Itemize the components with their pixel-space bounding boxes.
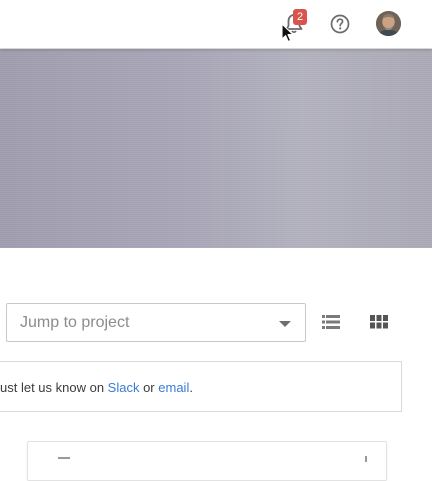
list-view-icon xyxy=(322,315,340,329)
email-link[interactable]: email xyxy=(158,380,189,395)
avatar-image xyxy=(376,11,401,36)
jump-to-project-dropdown[interactable]: Jump to project xyxy=(6,303,306,342)
notice-suffix: . xyxy=(189,380,193,395)
grid-view-button[interactable] xyxy=(369,313,389,331)
list-view-button[interactable] xyxy=(321,313,341,331)
project-card[interactable] xyxy=(27,441,387,481)
jump-to-project-placeholder: Jump to project xyxy=(20,314,130,331)
notification-count-badge: 2 xyxy=(293,9,307,25)
grid-view-icon xyxy=(370,315,388,329)
notice-middle: or xyxy=(139,380,159,395)
slack-link[interactable]: Slack xyxy=(108,380,140,395)
notice-text: ust let us know on Slack or email. xyxy=(0,380,193,395)
top-bar: 2 xyxy=(0,0,432,49)
help-button[interactable] xyxy=(330,14,350,34)
mouse-cursor-icon xyxy=(281,23,294,43)
card-icon xyxy=(58,457,70,465)
help-circle-icon xyxy=(330,14,350,34)
notice-prefix: ust let us know on xyxy=(0,380,108,395)
notice-banner: ust let us know on Slack or email. xyxy=(0,361,402,412)
card-menu-icon[interactable] xyxy=(365,456,367,462)
chevron-down-icon xyxy=(279,321,291,327)
hero-banner xyxy=(0,49,432,248)
user-avatar[interactable] xyxy=(376,11,401,36)
